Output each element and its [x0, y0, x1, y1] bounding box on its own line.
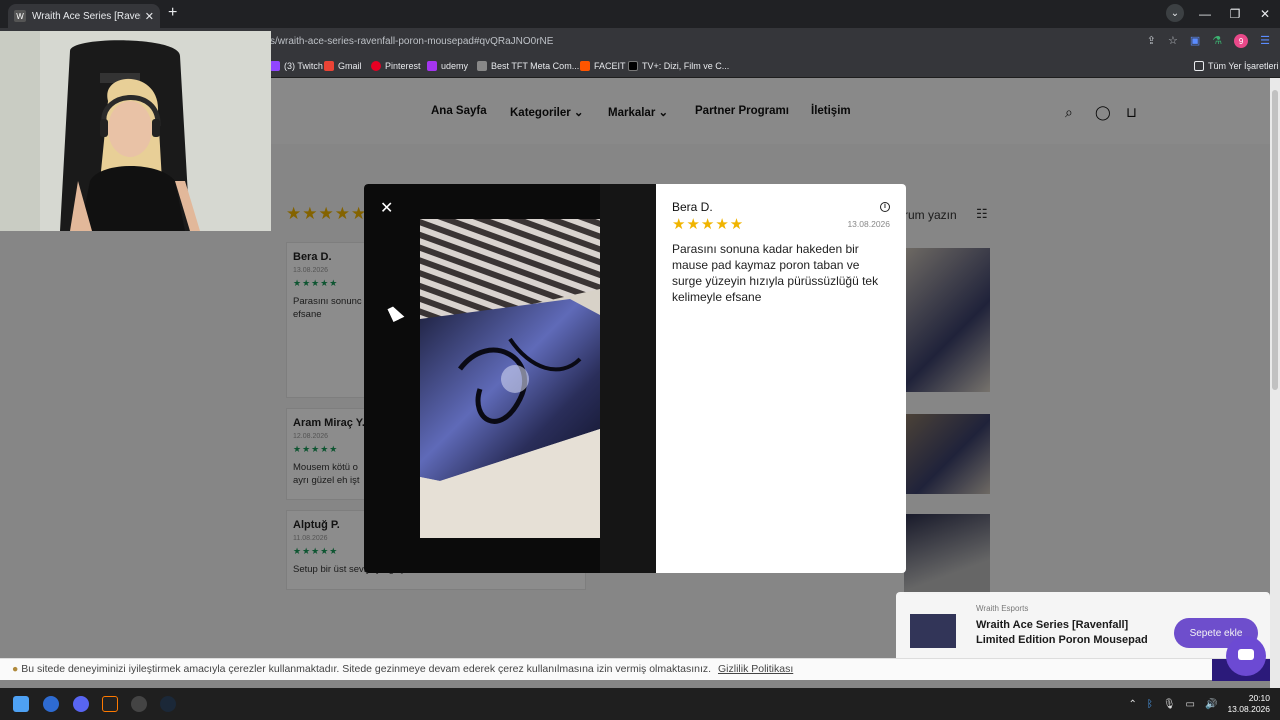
- tab-search-icon[interactable]: ⌄: [1166, 4, 1184, 22]
- chat-button[interactable]: [1226, 636, 1266, 676]
- bookmark-udemy[interactable]: udemy: [427, 61, 468, 71]
- folder-icon: [1194, 61, 1204, 71]
- product-thumbnail: [910, 614, 956, 648]
- streamer-webcam-image: [0, 31, 271, 231]
- window-controls: — ❐ ✕: [1190, 0, 1280, 28]
- tft-icon: [477, 61, 487, 71]
- menu-icon[interactable]: ☰: [1260, 34, 1270, 48]
- product-name: Wraith Ace Series [Ravenfall] Limited Ed…: [976, 619, 1148, 646]
- product-brand: Wraith Esports: [976, 604, 1029, 613]
- app-icon[interactable]: [102, 696, 118, 712]
- tray-chevron-icon[interactable]: ⌃: [1128, 699, 1136, 710]
- twitch-icon: [270, 61, 280, 71]
- review-date: 13.08.2026: [847, 219, 890, 229]
- page-scrollbar[interactable]: [1270, 78, 1280, 688]
- site-favicon-icon: W: [14, 10, 26, 22]
- extension-icon[interactable]: ▣: [1190, 34, 1200, 48]
- privacy-policy-link[interactable]: Gizlilik Politikası: [718, 663, 793, 675]
- bookmark-tft[interactable]: Best TFT Meta Com...: [477, 61, 579, 71]
- sticky-cart-bar: Wraith Esports Wraith Ace Series [Ravenf…: [896, 592, 1270, 662]
- cookie-banner: ● Bu sitede deneyiminizi iyileştirmek am…: [0, 658, 1270, 681]
- labs-flask-icon[interactable]: ⚗: [1212, 34, 1222, 48]
- close-modal-button[interactable]: ✕: [380, 198, 393, 218]
- share-icon[interactable]: ⇪: [1147, 34, 1156, 48]
- reviewer-name: Bera D.: [672, 200, 713, 214]
- review-photo: [420, 219, 600, 538]
- review-media-pane: ✕: [364, 184, 656, 573]
- scrollbar-thumb[interactable]: [1272, 90, 1278, 390]
- os-taskbar: ⌃ ᛒ 🎙 ▭ 🔊 20:10 13.08.2026: [0, 688, 1280, 720]
- toolbar-icons: ⇪ ☆ ▣ ⚗ 9 ☰: [1147, 34, 1270, 48]
- media-side-panel: [600, 184, 656, 573]
- review-modal: ✕ Bera D. i ★★★★★ 13.08.2026 Parasını so…: [364, 184, 906, 573]
- faceit-icon: [580, 61, 590, 71]
- review-detail: Bera D. i ★★★★★ 13.08.2026 Parasını sonu…: [656, 184, 906, 573]
- bookmark-gmail[interactable]: Gmail: [324, 61, 362, 71]
- chrome-icon[interactable]: [43, 696, 59, 712]
- restore-icon[interactable]: ❐: [1220, 7, 1250, 21]
- bookmark-faceit[interactable]: FACEIT: [580, 61, 626, 71]
- bookmark-tvplus[interactable]: TV+: Dizi, Film ve C...: [628, 61, 729, 71]
- mousepad-photo-image: [420, 219, 600, 538]
- profile-avatar[interactable]: 9: [1234, 34, 1249, 48]
- cookie-message: ● Bu sitede deneyiminizi iyileştirmek am…: [12, 663, 794, 675]
- webcam-overlay: [0, 31, 271, 231]
- pinterest-icon: [371, 61, 381, 71]
- tvplus-icon: [628, 61, 638, 71]
- steam-icon[interactable]: [160, 696, 176, 712]
- bookmark-pinterest[interactable]: Pinterest: [371, 61, 421, 71]
- system-tray: ⌃ ᛒ 🎙 ▭ 🔊 20:10 13.08.2026: [1128, 688, 1270, 720]
- new-tab-button[interactable]: +: [168, 4, 177, 22]
- udemy-icon: [427, 61, 437, 71]
- gmail-icon: [324, 61, 334, 71]
- cookie-icon: ●: [12, 663, 19, 675]
- discord-icon[interactable]: [73, 696, 89, 712]
- windows-start-icon[interactable]: [13, 696, 29, 712]
- all-bookmarks[interactable]: Tüm Yer İşaretleri: [1194, 61, 1279, 71]
- url-field[interactable]: s/wraith-ace-series-ravenfall-poron-mous…: [270, 36, 553, 47]
- minimize-icon[interactable]: —: [1190, 7, 1220, 21]
- obs-icon[interactable]: [131, 696, 147, 712]
- bookmark-star-icon[interactable]: ☆: [1168, 34, 1178, 48]
- close-window-icon[interactable]: ✕: [1250, 7, 1280, 21]
- system-clock[interactable]: 20:10 13.08.2026: [1227, 693, 1270, 715]
- network-icon[interactable]: ▭: [1186, 699, 1195, 710]
- tab-title: Wraith Ace Series [Ravenfall] Li: [32, 10, 141, 22]
- info-icon[interactable]: i: [880, 202, 890, 212]
- microphone-icon[interactable]: 🎙: [1163, 699, 1176, 710]
- browser-tab[interactable]: W Wraith Ace Series [Ravenfall] Li ✕: [8, 4, 160, 28]
- bluetooth-icon[interactable]: ᛒ: [1147, 699, 1153, 710]
- review-text: Parasını sonuna kadar hakeden bir mause …: [672, 242, 879, 304]
- volume-icon[interactable]: 🔊: [1205, 699, 1217, 710]
- bookmark-twitch[interactable]: (3) Twitch: [270, 61, 323, 71]
- browser-tabbar: W Wraith Ace Series [Ravenfall] Li ✕ + ⌄…: [0, 0, 1280, 28]
- tab-close-icon[interactable]: ✕: [145, 10, 154, 23]
